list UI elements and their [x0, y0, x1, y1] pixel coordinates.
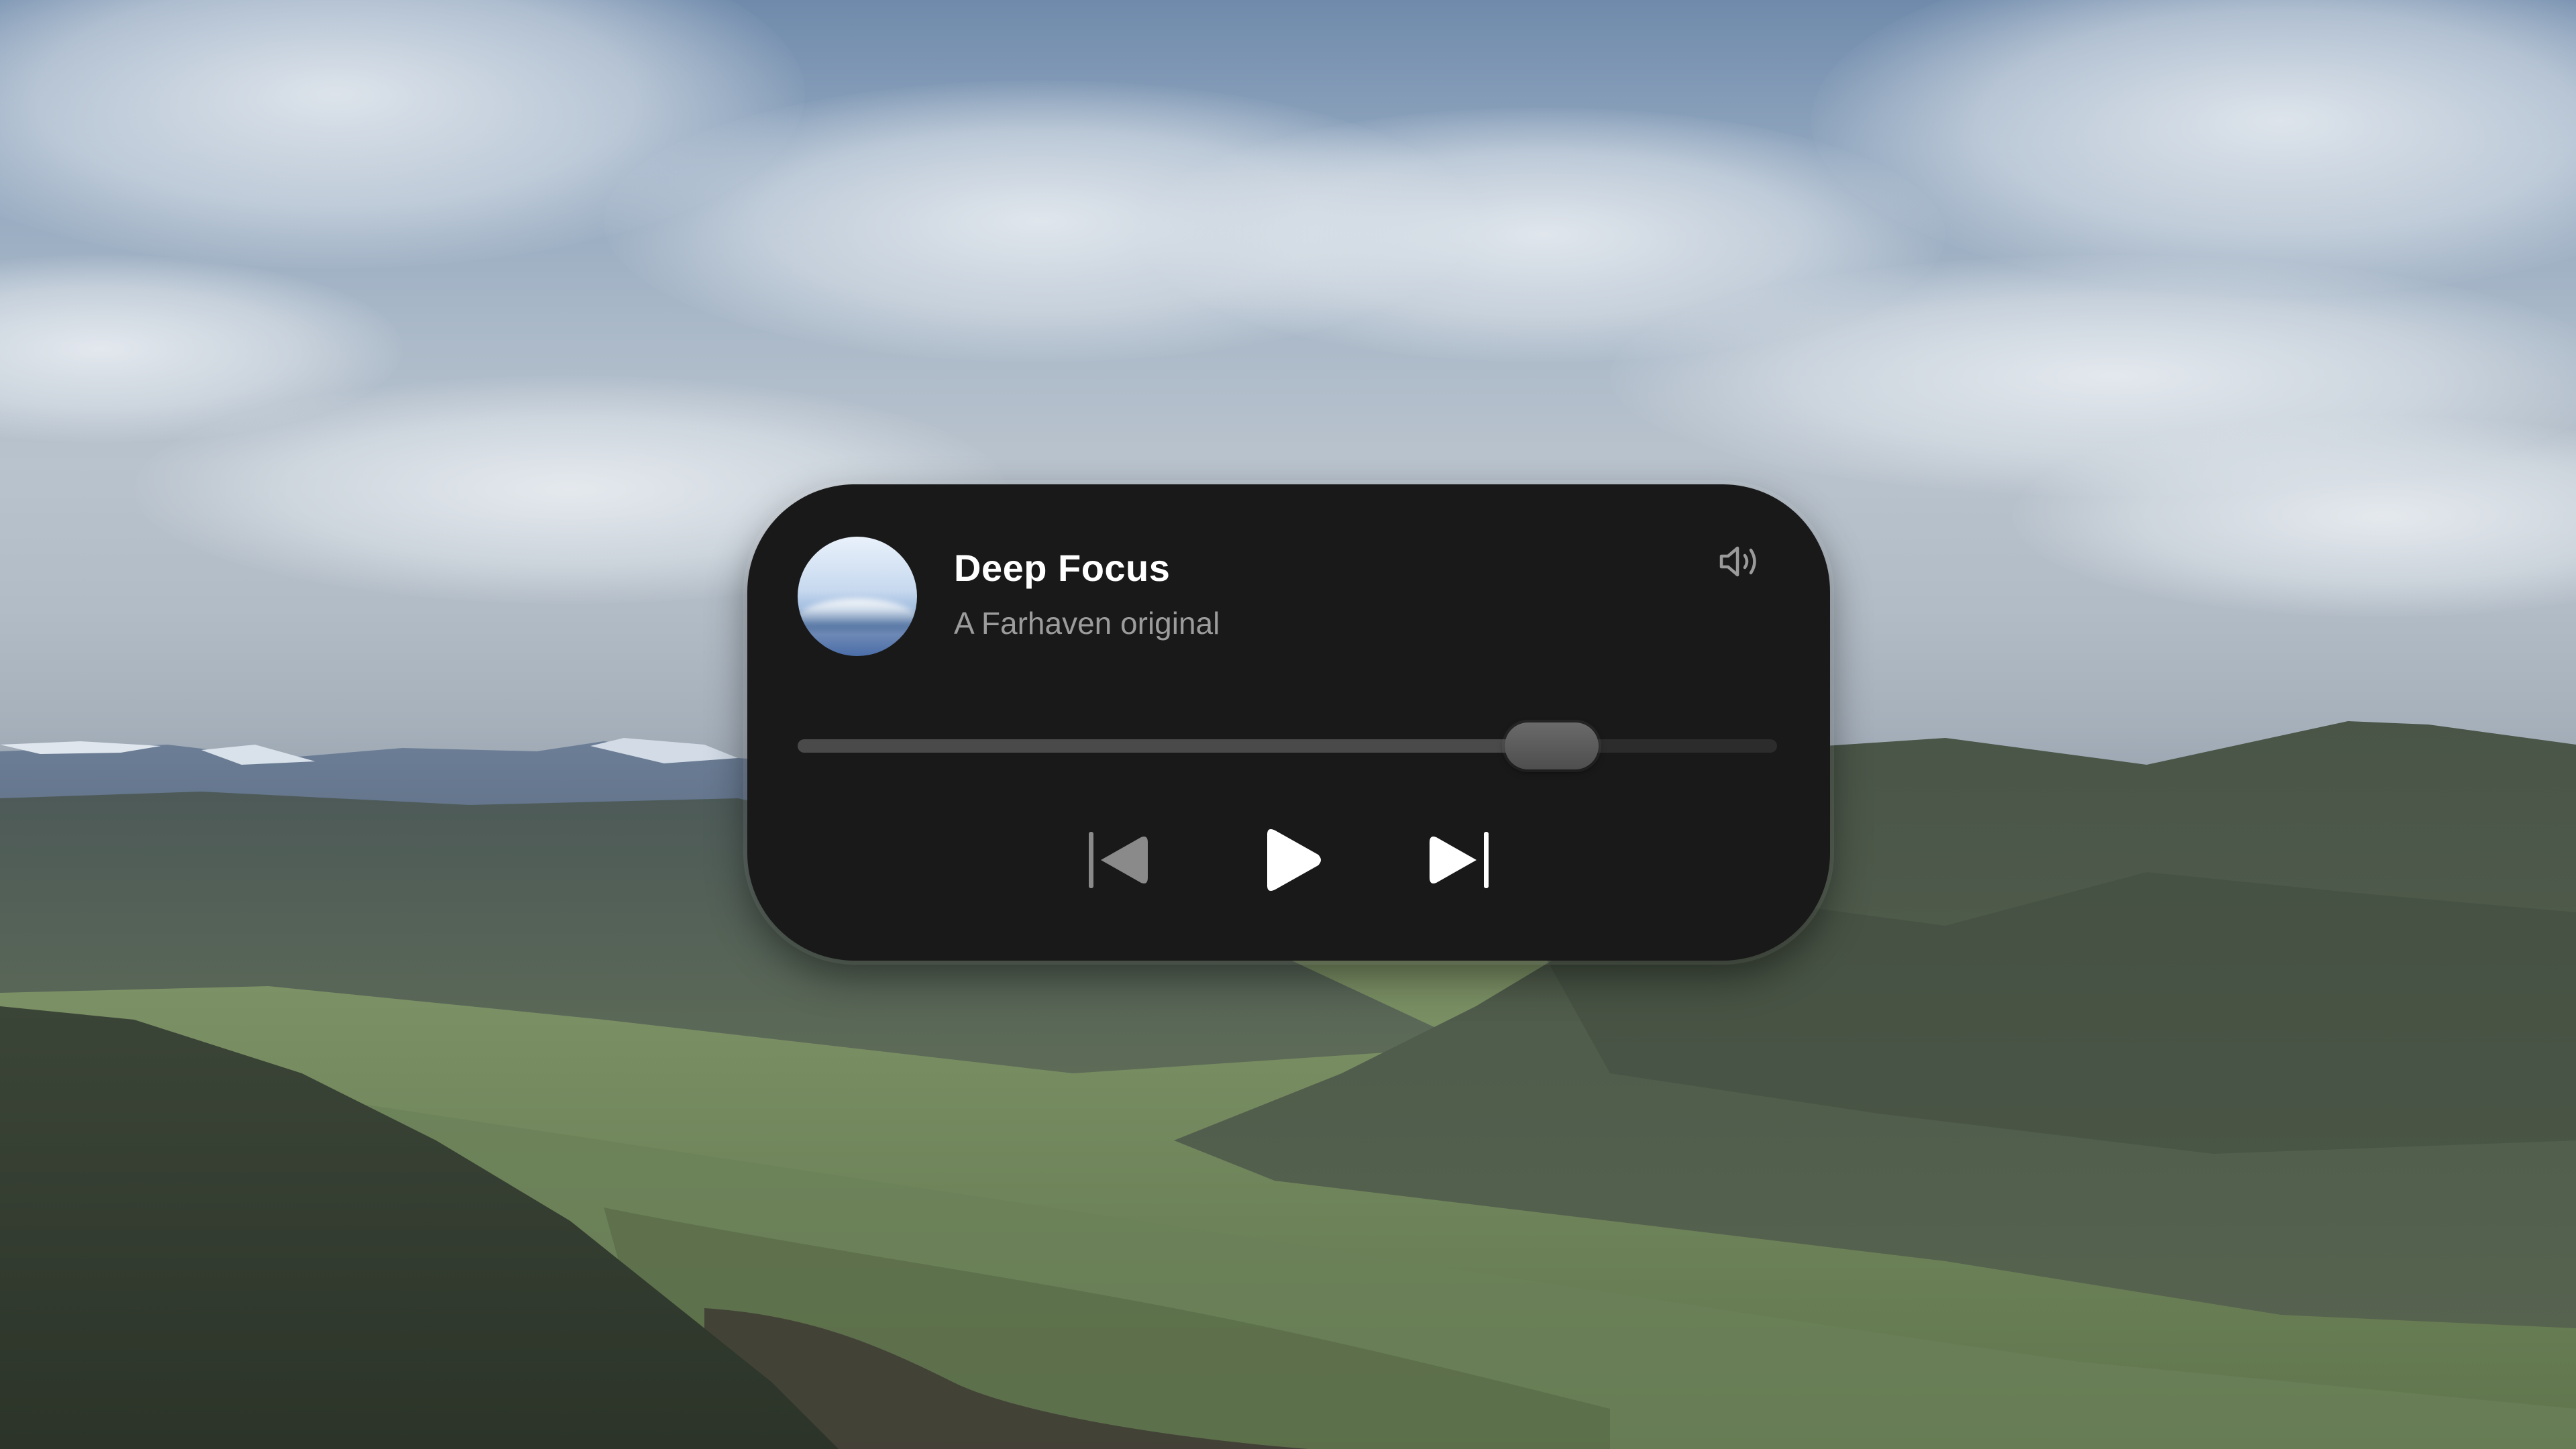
track-subtitle: A Farhaven original [954, 606, 1220, 641]
skip-next-icon [1430, 832, 1489, 888]
skip-previous-icon [1089, 832, 1148, 888]
track-title: Deep Focus [954, 547, 1171, 589]
playback-progress-slider[interactable] [798, 722, 1777, 769]
speaker-volume-icon [1719, 546, 1756, 577]
previous-track-button[interactable] [1081, 823, 1155, 897]
volume-button[interactable] [1713, 538, 1770, 585]
next-track-button[interactable] [1422, 823, 1496, 897]
play-button[interactable] [1253, 818, 1334, 902]
progress-fill [798, 739, 1552, 753]
album-artwork [798, 537, 917, 656]
progress-thumb[interactable] [1505, 722, 1599, 769]
music-player-widget: Deep Focus A Farhaven original [747, 484, 1830, 961]
play-icon [1267, 829, 1321, 891]
artwork-mountain-ridge [798, 598, 917, 625]
